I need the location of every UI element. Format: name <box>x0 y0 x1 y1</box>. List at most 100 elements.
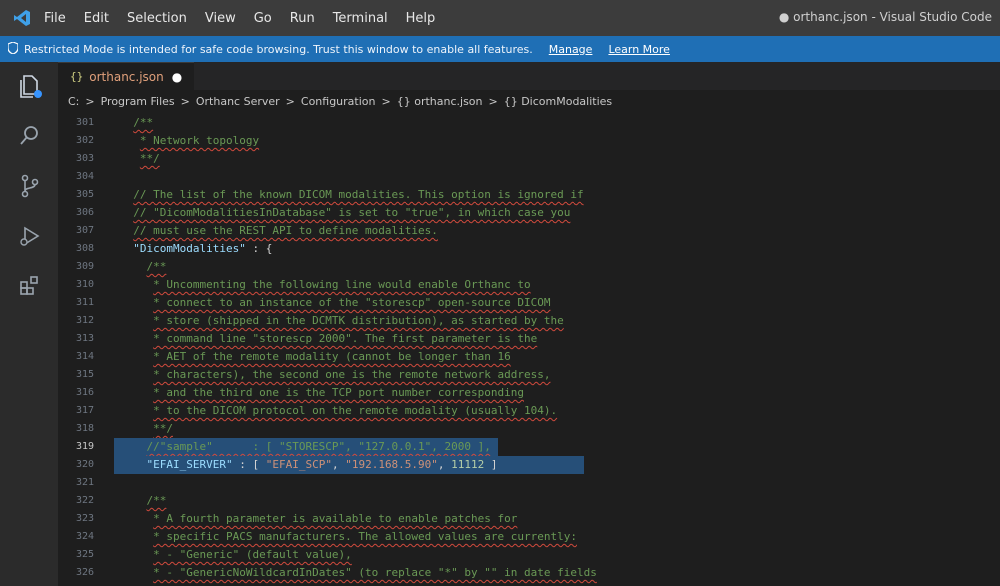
breadcrumb-separator: > <box>285 94 295 108</box>
code-line[interactable]: 304 <box>58 168 1000 186</box>
breadcrumb-separator: > <box>488 94 498 108</box>
menu-file[interactable]: File <box>44 11 66 26</box>
line-content: * and the third one is the TCP port numb… <box>120 384 524 402</box>
menu-selection[interactable]: Selection <box>127 11 187 26</box>
breadcrumb-separator: > <box>180 94 190 108</box>
line-number: 301 <box>75 117 94 128</box>
code-comment: * AET of the remote modality (cannot be … <box>153 350 511 363</box>
menu-edit[interactable]: Edit <box>84 11 109 26</box>
line-number: 316 <box>75 387 94 398</box>
line-number: 314 <box>75 351 94 362</box>
line-number: 318 <box>75 423 94 434</box>
json-key: "DicomModalities" <box>133 242 246 255</box>
menu-go[interactable]: Go <box>254 11 272 26</box>
code-line[interactable]: 318 **/ <box>58 420 1000 438</box>
line-number: 312 <box>75 315 94 326</box>
breadcrumb-item[interactable]: C: <box>68 95 79 108</box>
line-number: 313 <box>75 333 94 344</box>
code-line[interactable]: 306 // "DicomModalitiesInDatabase" is se… <box>58 204 1000 222</box>
code-line[interactable]: 308 "DicomModalities" : { <box>58 240 1000 258</box>
extensions-icon[interactable] <box>16 272 44 300</box>
code-line[interactable]: 325 * - "Generic" (default value), <box>58 546 1000 564</box>
line-number: 321 <box>75 477 94 488</box>
line-content: * A fourth parameter is available to ena… <box>120 510 517 528</box>
code-line[interactable]: 310 * Uncommenting the following line wo… <box>58 276 1000 294</box>
code-comment: **/ <box>139 152 160 165</box>
line-content: * Network topology <box>120 132 259 150</box>
source-control-icon[interactable] <box>16 172 44 200</box>
line-number: 319 <box>75 441 94 452</box>
manage-link[interactable]: Manage <box>549 43 593 56</box>
explorer-icon[interactable] <box>16 72 44 100</box>
unsaved-dot-icon[interactable]: ● <box>172 70 182 84</box>
line-content: "DicomModalities" : { <box>120 240 272 258</box>
line-number: 302 <box>75 135 94 146</box>
restricted-mode-banner: Restricted Mode is intended for safe cod… <box>0 36 1000 62</box>
line-number: 323 <box>75 513 94 524</box>
json-string: "EFAI_SCP" <box>265 458 332 471</box>
code-editor[interactable]: 301 /** 302 * Network topology 303 **/304 3… <box>58 114 1000 582</box>
code-line[interactable]: 309 /** <box>58 258 1000 276</box>
line-content: * to the DICOM protocol on the remote mo… <box>120 402 557 420</box>
activity-bar <box>0 62 58 586</box>
run-debug-icon[interactable] <box>16 222 44 250</box>
line-number: 308 <box>75 243 94 254</box>
code-line[interactable]: 313 * command line "storescp 2000". The … <box>58 330 1000 348</box>
code-line[interactable]: 319 //"sample" : [ "STORESCP", "127.0.0.… <box>58 438 1000 456</box>
breadcrumb-item[interactable]: {} orthanc.json <box>397 95 483 108</box>
vscode-logo-icon <box>0 9 44 27</box>
code-line[interactable]: 302 * Network topology <box>58 132 1000 150</box>
code-line[interactable]: 317 * to the DICOM protocol on the remot… <box>58 402 1000 420</box>
json-punctuation: : { <box>245 242 273 255</box>
search-icon[interactable] <box>16 122 44 150</box>
code-line[interactable]: 307 // must use the REST API to define m… <box>58 222 1000 240</box>
code-line[interactable]: 314 * AET of the remote modality (cannot… <box>58 348 1000 366</box>
breadcrumb-item[interactable]: Configuration <box>301 95 376 108</box>
code-comment: /** <box>133 116 154 129</box>
code-line[interactable]: 301 /** <box>58 114 1000 132</box>
code-line[interactable]: 322 /** <box>58 492 1000 510</box>
code-line[interactable]: 311 * connect to an instance of the "sto… <box>58 294 1000 312</box>
code-line[interactable]: 320 "EFAI_SERVER" : [ "EFAI_SCP", "192.1… <box>58 456 1000 474</box>
code-line[interactable]: 316 * and the third one is the TCP port … <box>58 384 1000 402</box>
breadcrumb-item[interactable]: Program Files <box>101 95 175 108</box>
code-comment: * command line "storescp 2000". The firs… <box>153 332 538 345</box>
code-line[interactable]: 315 * characters), the second one is the… <box>58 366 1000 384</box>
code-comment: * Uncommenting the following line would … <box>153 278 531 291</box>
code-line[interactable]: 321 <box>58 474 1000 492</box>
code-comment: * - "Generic" (default value), <box>153 548 352 561</box>
line-content: //"sample" : [ "STORESCP", "127.0.0.1", … <box>120 438 491 456</box>
menu-view[interactable]: View <box>205 11 236 26</box>
code-comment: * characters), the second one is the rem… <box>153 368 551 381</box>
line-content: * command line "storescp 2000". The firs… <box>120 330 537 348</box>
banner-message: Restricted Mode is intended for safe cod… <box>24 42 533 56</box>
json-key: "EFAI_SERVER" <box>146 458 233 471</box>
breadcrumb-item[interactable]: {} DicomModalities <box>504 95 612 108</box>
editor-area: {} orthanc.json ● C: > Program Files > O… <box>58 61 1000 586</box>
code-comment: /** <box>146 260 167 273</box>
json-file-icon: {} <box>70 70 84 83</box>
line-number: 325 <box>75 549 94 560</box>
line-number: 317 <box>75 405 94 416</box>
code-comment: //"sample" : [ "STORESCP", "127.0.0.1", … <box>146 440 491 453</box>
code-line[interactable]: 323 * A fourth parameter is available to… <box>58 510 1000 528</box>
code-line[interactable]: 305 // The list of the known DICOM modal… <box>58 186 1000 204</box>
breadcrumb-item[interactable]: Orthanc Server <box>196 95 280 108</box>
code-comment: /** <box>146 494 167 507</box>
code-comment: * Network topology <box>139 134 260 147</box>
code-line[interactable]: 326 * - "GenericNoWildcardInDates" (to r… <box>58 564 1000 582</box>
code-line[interactable]: 324 * specific PACS manufacturers. The a… <box>58 528 1000 546</box>
code-comment: * A fourth parameter is available to ena… <box>153 512 518 525</box>
menu-help[interactable]: Help <box>406 11 436 26</box>
tab-orthanc-json[interactable]: {} orthanc.json ● <box>58 61 195 91</box>
menu-run[interactable]: Run <box>290 11 315 26</box>
line-number: 320 <box>75 459 94 470</box>
tab-label: orthanc.json <box>89 69 164 84</box>
window-title: ● orthanc.json - Visual Studio Code <box>778 10 992 24</box>
json-punctuation: : [ <box>232 458 266 471</box>
learn-more-link[interactable]: Learn More <box>608 43 670 56</box>
code-comment: * to the DICOM protocol on the remote mo… <box>153 404 558 417</box>
menu-terminal[interactable]: Terminal <box>333 11 388 26</box>
code-line[interactable]: 312 * store (shipped in the DCMTK distri… <box>58 312 1000 330</box>
code-line[interactable]: 303 **/ <box>58 150 1000 168</box>
